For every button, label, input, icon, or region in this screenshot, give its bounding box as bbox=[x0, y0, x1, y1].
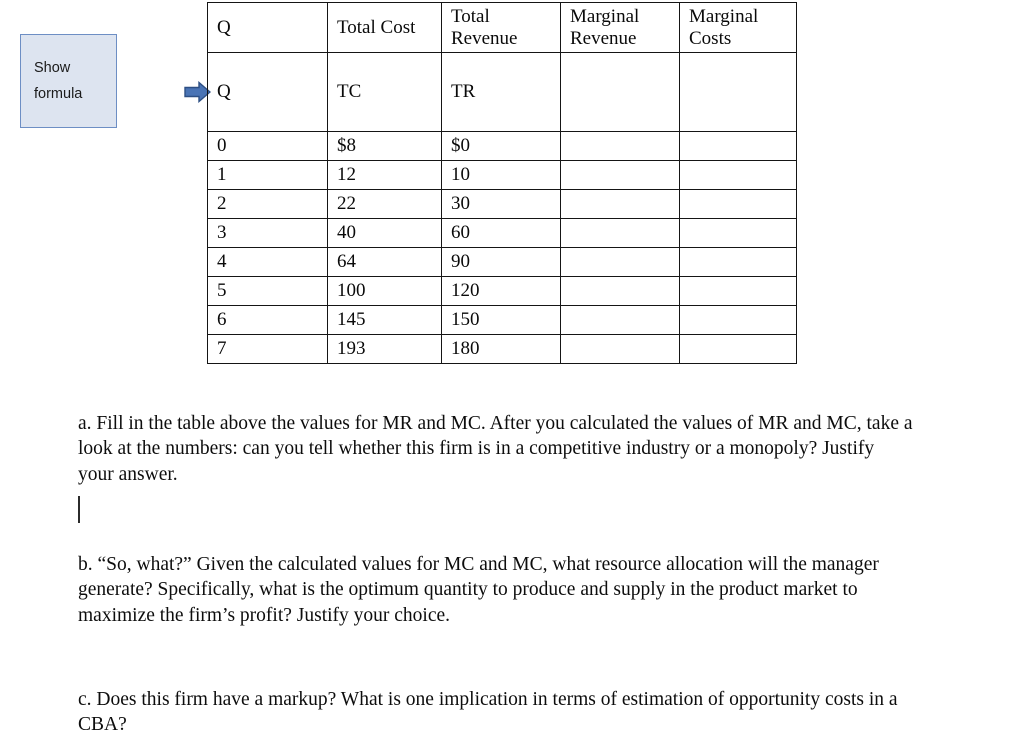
header-label-quantity: Q bbox=[217, 16, 231, 38]
question-a: a. Fill in the table above the values fo… bbox=[78, 412, 913, 485]
cell-marginal-costs[interactable] bbox=[679, 334, 797, 364]
cell-marginal-revenue[interactable] bbox=[560, 160, 680, 190]
cell-total-revenue: 120 bbox=[441, 276, 561, 306]
header-cell-total-cost: Total Cost bbox=[327, 2, 442, 53]
header-label-marginal-costs-line1: Marginal bbox=[689, 5, 759, 27]
show-formula-callout[interactable]: Show formula bbox=[20, 34, 117, 128]
text-cursor bbox=[78, 496, 80, 523]
header-cell-total-revenue: Total Revenue bbox=[441, 2, 561, 53]
symbol-cell-total-cost: TC bbox=[327, 52, 442, 132]
header-label-total-revenue-line2: Revenue bbox=[451, 27, 518, 49]
cell-marginal-costs[interactable] bbox=[679, 131, 797, 161]
cell-marginal-revenue[interactable] bbox=[560, 218, 680, 248]
cell-total-revenue: 180 bbox=[441, 334, 561, 364]
header-cell-quantity: Q bbox=[207, 2, 328, 53]
cell-total-revenue: $0 bbox=[441, 131, 561, 161]
question-c: c. Does this firm have a markup? What is… bbox=[78, 688, 898, 736]
table-row: 0 $8 $0 bbox=[207, 131, 797, 161]
table-data-body: 0 $8 $0 1 12 10 2 22 30 3 40 60 4 64 90 5 100 120 6 145 150 7… bbox=[207, 131, 797, 364]
question-b: b. “So, what?” Given the calculated valu… bbox=[78, 553, 879, 626]
cell-marginal-revenue[interactable] bbox=[560, 276, 680, 306]
cell-total-cost: 64 bbox=[327, 247, 442, 277]
symbol-cell-marginal-costs[interactable] bbox=[679, 52, 797, 132]
table-row: 6 145 150 bbox=[207, 305, 797, 335]
cell-total-cost: $8 bbox=[327, 131, 442, 161]
cell-total-cost: 22 bbox=[327, 189, 442, 219]
header-label-total-revenue-line1: Total bbox=[451, 5, 490, 27]
cell-quantity: 1 bbox=[207, 160, 328, 190]
symbol-cell-quantity: Q bbox=[207, 52, 328, 132]
table-row: 7 193 180 bbox=[207, 334, 797, 364]
cell-total-revenue: 90 bbox=[441, 247, 561, 277]
cell-total-cost: 12 bbox=[327, 160, 442, 190]
cell-total-cost: 193 bbox=[327, 334, 442, 364]
cell-marginal-costs[interactable] bbox=[679, 189, 797, 219]
cell-quantity: 2 bbox=[207, 189, 328, 219]
cell-total-cost: 100 bbox=[327, 276, 442, 306]
cell-marginal-revenue[interactable] bbox=[560, 305, 680, 335]
cell-marginal-revenue[interactable] bbox=[560, 189, 680, 219]
show-formula-label-line2: formula bbox=[34, 86, 83, 102]
cell-total-revenue: 150 bbox=[441, 305, 561, 335]
cell-quantity: 7 bbox=[207, 334, 328, 364]
header-label-total-cost: Total Cost bbox=[337, 16, 416, 38]
cell-marginal-revenue[interactable] bbox=[560, 247, 680, 277]
symbol-cell-total-revenue: TR bbox=[441, 52, 561, 132]
cell-quantity: 3 bbox=[207, 218, 328, 248]
cell-total-revenue: 10 bbox=[441, 160, 561, 190]
table-row: 3 40 60 bbox=[207, 218, 797, 248]
cell-total-cost: 40 bbox=[327, 218, 442, 248]
table-header-row: Q Total Cost Total Revenue Marginal Reve… bbox=[207, 2, 797, 53]
header-cell-marginal-costs: Marginal Costs bbox=[679, 2, 797, 53]
cell-total-cost: 145 bbox=[327, 305, 442, 335]
cost-revenue-table: Q Total Cost Total Revenue Marginal Reve… bbox=[207, 2, 797, 364]
cell-marginal-costs[interactable] bbox=[679, 160, 797, 190]
cell-marginal-costs[interactable] bbox=[679, 218, 797, 248]
cell-marginal-revenue[interactable] bbox=[560, 131, 680, 161]
cell-total-revenue: 30 bbox=[441, 189, 561, 219]
cell-quantity: 6 bbox=[207, 305, 328, 335]
symbol-cell-marginal-revenue[interactable] bbox=[560, 52, 680, 132]
cell-quantity: 4 bbox=[207, 247, 328, 277]
table-row: 2 22 30 bbox=[207, 189, 797, 219]
cell-quantity: 0 bbox=[207, 131, 328, 161]
header-label-marginal-costs-line2: Costs bbox=[689, 27, 732, 49]
table-row: 5 100 120 bbox=[207, 276, 797, 306]
header-label-marginal-revenue-line2: Revenue bbox=[570, 27, 637, 49]
table-symbol-row: Q TC TR bbox=[207, 52, 797, 132]
header-cell-marginal-revenue: Marginal Revenue bbox=[560, 2, 680, 53]
cell-marginal-costs[interactable] bbox=[679, 247, 797, 277]
cell-quantity: 5 bbox=[207, 276, 328, 306]
cell-total-revenue: 60 bbox=[441, 218, 561, 248]
table-row: 4 64 90 bbox=[207, 247, 797, 277]
cell-marginal-revenue[interactable] bbox=[560, 334, 680, 364]
table-row: 1 12 10 bbox=[207, 160, 797, 190]
header-label-marginal-revenue-line1: Marginal bbox=[570, 5, 640, 27]
cell-marginal-costs[interactable] bbox=[679, 305, 797, 335]
cell-marginal-costs[interactable] bbox=[679, 276, 797, 306]
show-formula-label-line1: Show bbox=[34, 60, 71, 76]
